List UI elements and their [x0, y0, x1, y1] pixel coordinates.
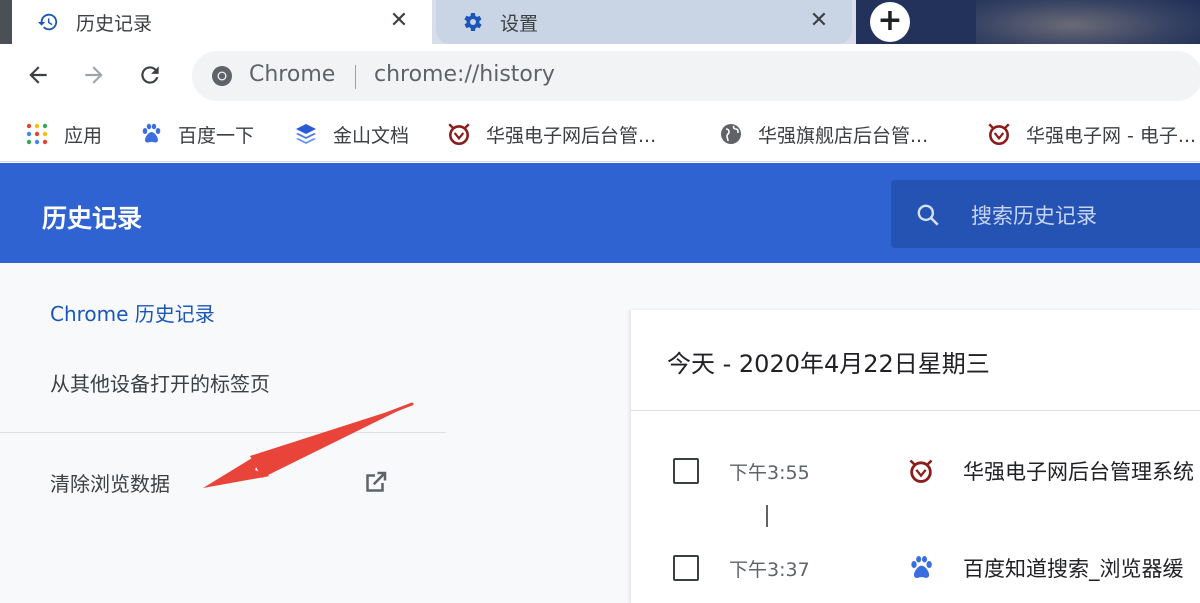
bookmark-label: 金山文档: [333, 124, 410, 147]
toolbar: Chrome chrome://history: [0, 44, 1200, 106]
bookmark-baidu[interactable]: 百度一下: [138, 118, 254, 150]
sidebar-item-other-devices[interactable]: 从其他设备打开的标签页: [50, 368, 270, 397]
bookmark-label: 华强旗舰店后台管...: [758, 124, 929, 147]
gear-icon: [456, 6, 488, 38]
back-button[interactable]: [19, 56, 57, 94]
history-entry[interactable]: 下午3:55 华强电子网后台管理系统: [631, 451, 1200, 491]
entry-title-link[interactable]: 华强电子网后台管理系统: [963, 456, 1194, 486]
history-entry[interactable]: 下午3:37 百度知道搜索_浏览器缓: [631, 548, 1200, 588]
baidu-paw-icon: [911, 555, 932, 579]
forward-button[interactable]: [75, 56, 113, 94]
huaqiang-icon: [986, 121, 1012, 147]
huaqiang-icon: [909, 459, 933, 483]
reload-icon: [141, 66, 159, 84]
tab-strip: 历史记录 ✕ 设置 ✕ +: [0, 0, 1200, 44]
omnibox-app-label: Chrome: [249, 62, 336, 87]
bookmark-huaqiang-net[interactable]: 华强电子网 - 电子...: [986, 118, 1196, 150]
address-bar[interactable]: Chrome chrome://history: [192, 51, 1200, 101]
arrow-right-icon: [85, 66, 103, 84]
new-tab-button[interactable]: +: [870, 2, 910, 42]
entry-time: 下午3:37: [729, 559, 810, 581]
apps-grid-icon: [24, 121, 50, 147]
tab-title: 设置: [500, 12, 539, 35]
kdocs-icon: [293, 121, 319, 147]
page-title: 历史记录: [42, 204, 143, 233]
sidebar-item-clear-browsing-data[interactable]: 清除浏览数据: [50, 468, 170, 497]
history-card: 今天 - 2020年4月22日星期三 下午3:55 华强电子网后台管理系统 下午…: [630, 310, 1200, 603]
window-background: +: [856, 0, 1200, 44]
bookmark-apps[interactable]: 应用: [24, 118, 102, 150]
huaqiang-icon: [446, 121, 472, 147]
sidebar-divider: [0, 432, 446, 433]
tab-settings[interactable]: 设置 ✕: [436, 0, 852, 44]
omnibox-separator: [355, 65, 356, 89]
baidu-paw-icon: [138, 121, 164, 147]
bookmark-label: 应用: [64, 124, 103, 147]
bookmark-label: 华强电子网 - 电子...: [1026, 124, 1197, 147]
arrow-left-icon: [29, 66, 47, 84]
bookmark-label: 百度一下: [178, 124, 255, 147]
tab-strip-edge: [0, 0, 12, 44]
bookmarks-bar: 应用 百度一下 金山文档 华强电子网后台管... 华强旗舰店后台管... 华强电…: [0, 106, 1200, 162]
bookmark-huaqiang-admin[interactable]: 华强电子网后台管...: [446, 118, 656, 150]
history-header: 历史记录 搜索历史记录: [0, 163, 1200, 263]
open-in-new-icon[interactable]: [360, 468, 390, 498]
entry-checkbox[interactable]: [673, 555, 699, 581]
search-input[interactable]: 搜索历史记录: [891, 180, 1200, 248]
history-icon: [32, 6, 64, 38]
date-heading: 今天 - 2020年4月22日星期三: [667, 350, 990, 378]
globe-icon: [718, 121, 744, 147]
bookmark-kdocs[interactable]: 金山文档: [293, 118, 409, 150]
sidebar-item-chrome-history[interactable]: Chrome 历史记录: [50, 298, 215, 327]
entry-title-link[interactable]: 百度知道搜索_浏览器缓: [963, 553, 1184, 583]
chrome-icon: [212, 66, 232, 86]
close-icon[interactable]: ✕: [384, 6, 414, 36]
tab-history[interactable]: 历史记录 ✕: [12, 0, 432, 44]
close-icon[interactable]: ✕: [804, 6, 834, 36]
card-divider: [631, 410, 1200, 411]
entry-time: 下午3:55: [729, 462, 810, 484]
search-icon: [917, 204, 939, 226]
reload-button[interactable]: [131, 56, 169, 94]
bookmark-huaqiang-store[interactable]: 华强旗舰店后台管...: [718, 118, 928, 150]
blurred-background: [976, 0, 1200, 44]
search-placeholder: 搜索历史记录: [971, 204, 1097, 228]
entry-checkbox[interactable]: [673, 458, 699, 484]
time-gap-marker: [766, 505, 768, 527]
tab-title: 历史记录: [76, 12, 153, 35]
bookmark-label: 华强电子网后台管...: [486, 124, 657, 147]
omnibox-url[interactable]: chrome://history: [374, 62, 555, 87]
